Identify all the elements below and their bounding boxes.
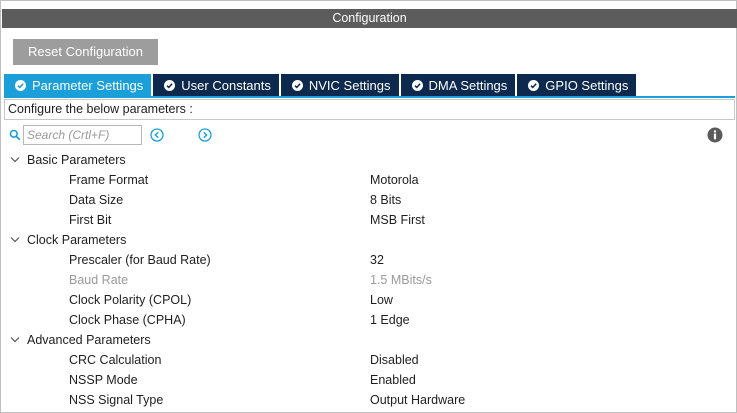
- param-row[interactable]: First Bit MSB First: [1, 210, 737, 230]
- panel-title: Configuration: [2, 9, 737, 28]
- check-circle-icon: [411, 79, 423, 91]
- tab-gpio-settings[interactable]: GPIO Settings: [517, 74, 637, 96]
- param-row[interactable]: Prescaler (for Baud Rate) 32: [1, 250, 737, 270]
- param-value: 1.5 MBits/s: [370, 273, 432, 287]
- search-icon[interactable]: [9, 129, 21, 141]
- param-value[interactable]: Disabled: [370, 350, 419, 370]
- chevron-down-icon[interactable]: [10, 336, 20, 344]
- param-row-disabled: Baud Rate 1.5 MBits/s: [1, 270, 737, 290]
- check-circle-icon: [15, 79, 26, 91]
- tab-label: GPIO Settings: [545, 77, 629, 93]
- param-value[interactable]: 1 Edge: [370, 310, 410, 330]
- param-name: Data Size: [69, 193, 124, 207]
- instructions-text: Configure the below parameters :: [4, 99, 735, 120]
- check-circle-icon: [528, 79, 540, 91]
- param-row[interactable]: Clock Polarity (CPOL) Low: [1, 290, 737, 310]
- tab-label: Parameter Settings: [32, 77, 144, 93]
- param-row[interactable]: Data Size 8 Bits: [1, 190, 737, 210]
- tab-label: DMA Settings: [428, 77, 508, 93]
- group-label: Clock Parameters: [27, 233, 127, 247]
- info-icon[interactable]: [707, 127, 723, 143]
- search-previous-icon[interactable]: [150, 128, 164, 142]
- param-name: First Bit: [69, 213, 112, 227]
- group-clock-parameters[interactable]: Clock Parameters: [1, 230, 737, 250]
- tab-parameter-settings[interactable]: Parameter Settings: [4, 74, 152, 96]
- parameter-tree: Basic Parameters Frame Format Motorola D…: [1, 150, 737, 410]
- tab-label: NVIC Settings: [308, 77, 391, 93]
- tab-nvic-settings[interactable]: NVIC Settings: [280, 74, 399, 96]
- param-row[interactable]: Frame Format Motorola: [1, 170, 737, 190]
- param-value[interactable]: Output Hardware: [370, 390, 465, 410]
- tab-underline: [4, 96, 735, 98]
- tab-dma-settings[interactable]: DMA Settings: [400, 74, 516, 96]
- group-basic-parameters[interactable]: Basic Parameters: [1, 150, 737, 170]
- param-value[interactable]: 32: [370, 250, 384, 270]
- param-name: Baud Rate: [69, 273, 129, 287]
- search-bar: [9, 125, 729, 145]
- chevron-down-icon[interactable]: [10, 156, 20, 164]
- param-row[interactable]: NSSP Mode Enabled: [1, 370, 737, 390]
- check-circle-icon: [164, 79, 176, 91]
- param-value[interactable]: MSB First: [370, 210, 425, 230]
- param-name: CRC Calculation: [69, 353, 162, 367]
- tab-user-constants[interactable]: User Constants: [153, 74, 279, 96]
- param-name: Clock Phase (CPHA): [69, 313, 186, 327]
- reset-configuration-button[interactable]: Reset Configuration: [13, 39, 158, 65]
- tab-bar: Parameter Settings User Constants NVIC S…: [4, 74, 638, 96]
- check-circle-icon: [291, 79, 303, 91]
- search-input[interactable]: [23, 125, 142, 145]
- param-row[interactable]: CRC Calculation Disabled: [1, 350, 737, 370]
- group-label: Advanced Parameters: [27, 333, 151, 347]
- param-name: NSSP Mode: [69, 373, 138, 387]
- tab-label: User Constants: [181, 77, 271, 93]
- param-name: Clock Polarity (CPOL): [69, 293, 192, 307]
- param-name: Prescaler (for Baud Rate): [69, 253, 211, 267]
- group-advanced-parameters[interactable]: Advanced Parameters: [1, 330, 737, 350]
- param-value[interactable]: 8 Bits: [370, 190, 401, 210]
- param-name: Frame Format: [69, 173, 149, 187]
- param-value[interactable]: Enabled: [370, 370, 416, 390]
- param-row[interactable]: Clock Phase (CPHA) 1 Edge: [1, 310, 737, 330]
- group-label: Basic Parameters: [27, 153, 126, 167]
- configuration-panel: Configuration Reset Configuration Parame…: [0, 0, 737, 413]
- chevron-down-icon[interactable]: [10, 236, 20, 244]
- param-row[interactable]: NSS Signal Type Output Hardware: [1, 390, 737, 410]
- param-value[interactable]: Motorola: [370, 170, 419, 190]
- search-next-icon[interactable]: [198, 128, 212, 142]
- param-name: NSS Signal Type: [69, 393, 164, 407]
- param-value[interactable]: Low: [370, 290, 393, 310]
